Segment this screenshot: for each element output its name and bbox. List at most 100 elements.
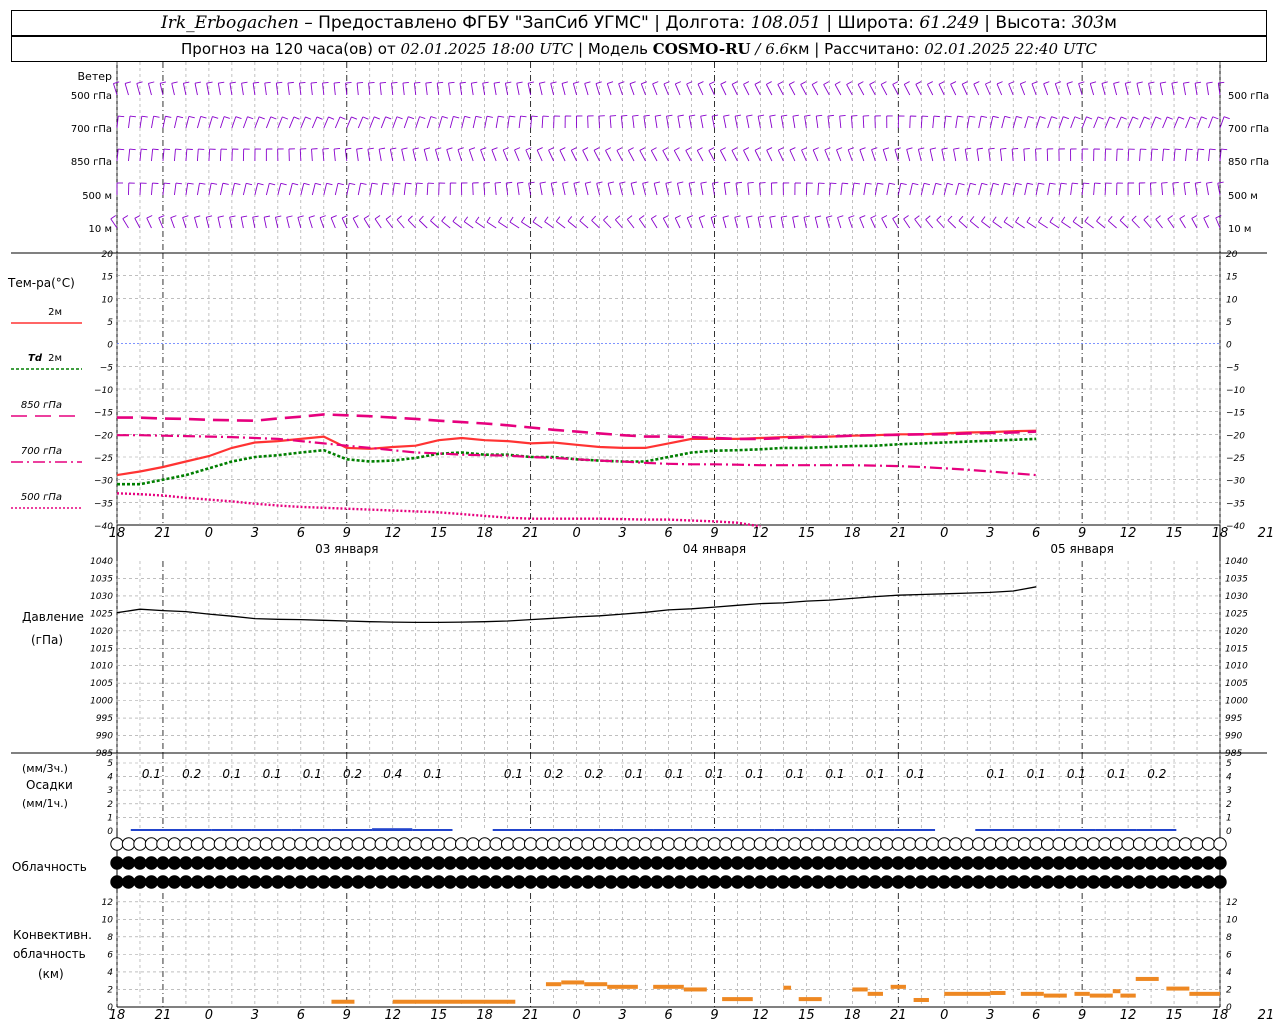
cloud-cover-icon [615, 856, 630, 870]
precip-value-label: 0.1 [705, 767, 724, 781]
cloud-cover-icon [1201, 856, 1216, 870]
cloud-cover-icon [328, 875, 343, 889]
conv-cloud-bar [1189, 991, 1220, 996]
precip-value-label: 0.1 [504, 767, 523, 781]
time-tick-label: 15 [1166, 1008, 1183, 1023]
pressure-tick-label-right: 1040 [1225, 557, 1248, 567]
wind-barb-icon [374, 218, 382, 229]
cloud-cover-icon [627, 856, 641, 870]
cloud-cover-icon [248, 856, 262, 870]
wind-barb-flag [1061, 216, 1066, 223]
wind-barb-icon [297, 217, 302, 229]
wind-barb-flag [731, 147, 738, 151]
wind-barb-flag [853, 182, 860, 185]
wind-barb-flag [441, 216, 446, 222]
wind-barb-icon [950, 83, 957, 96]
temp-tick-label: −5 [100, 363, 114, 373]
wind-barb-flag [571, 147, 577, 151]
wind-barb-icon [389, 149, 394, 162]
cloud-cover-icon [248, 837, 262, 851]
cloud-cover-icon [1098, 875, 1112, 889]
wind-barb-flag [531, 115, 538, 118]
cloud-cover-icon [788, 837, 802, 851]
wind-barb-flag [322, 148, 329, 150]
wind-barb-flag [351, 116, 358, 120]
wind-barb-flag [654, 181, 661, 184]
wind-barb-flag [303, 182, 310, 186]
wind-barb-flag [710, 215, 717, 218]
cloud-cover-icon [420, 856, 434, 870]
wind-barb-flag [1074, 116, 1081, 120]
wind-barb-flag [923, 182, 930, 186]
wind-barb-icon [1012, 183, 1017, 196]
pressure-tick-label: 1025 [90, 609, 113, 619]
precip-value-label: 0.1 [423, 767, 442, 781]
cloud-cover-icon [535, 837, 549, 851]
wind-barb-icon [240, 217, 244, 229]
wind-barb-flag [352, 215, 359, 219]
cloud-cover-icon [1086, 875, 1101, 889]
wind-barb-icon [870, 217, 876, 229]
wind-barb-flag [480, 147, 487, 151]
precip-bar [693, 829, 734, 831]
wind-barb-icon [1012, 116, 1017, 129]
cloud-cover-icon [202, 856, 216, 870]
wind-barb-flag [1203, 215, 1210, 219]
cloud-cover-icon [765, 856, 779, 870]
wind-barb-icon [1024, 116, 1029, 129]
cloud-cover-icon [271, 837, 285, 851]
cloud-cover-icon [282, 875, 297, 889]
cloud-cover-icon [1063, 837, 1078, 851]
wind-barb-flag [1072, 182, 1079, 185]
wind-barb-icon [969, 220, 980, 229]
wind-barb-flag [430, 215, 435, 222]
cloud-cover-icon [351, 856, 365, 870]
wind-barb-icon [403, 183, 407, 196]
cloud-cover-icon [880, 856, 894, 870]
wind-barb-icon [1061, 221, 1071, 229]
wind-barb-flag [555, 216, 561, 222]
temp-tick-label-right: −25 [1226, 454, 1245, 464]
wind-barb-icon [1139, 116, 1145, 129]
wind-barb-icon [369, 116, 375, 129]
wind-barb-flag [165, 115, 172, 118]
pressure-tick-label-right: 1010 [1225, 662, 1248, 672]
conv-tick-label-right: 12 [1226, 898, 1238, 908]
wind-barb-flag [187, 182, 194, 185]
wind-barb-flag [391, 81, 398, 84]
cloud-cover-icon [121, 875, 136, 889]
cloud-cover-icon [730, 856, 745, 870]
cloud-cover-icon [1040, 875, 1055, 889]
wind-barb-icon [708, 150, 715, 162]
precip-value-label: 0.1 [303, 767, 322, 781]
wind-barb-icon [903, 84, 911, 96]
cloud-cover-icon [466, 875, 480, 889]
wind-barb-icon [892, 84, 899, 96]
wind-barb-flag [1027, 182, 1034, 185]
cloud-cover-icon [834, 856, 848, 870]
wind-barb-flag [1031, 81, 1038, 85]
time-tick-label: 21 [890, 1008, 907, 1023]
cloud-cover-icon [707, 856, 722, 870]
time-tick-label: 0 [940, 1008, 948, 1023]
wind-barb-flag [651, 215, 657, 220]
cloud-cover-icon [1098, 837, 1112, 851]
temp-tick-label-right: −10 [1226, 386, 1245, 396]
cloud-cover-icon [294, 875, 308, 889]
wind-barb-flag [892, 215, 899, 219]
wind-barb-flag [1218, 81, 1225, 84]
wind-barb-icon [254, 183, 259, 196]
wind-barb-icon [629, 83, 635, 96]
time-tick-label: 12 [384, 1008, 401, 1023]
wind-barb-flag [1179, 215, 1186, 220]
wind-barb-flag [1217, 181, 1224, 184]
wind-barb-icon [677, 116, 681, 129]
cloud-cover-icon [949, 837, 963, 851]
wind-barb-flag [961, 81, 968, 85]
wind-barb-icon [556, 221, 566, 229]
wind-barb-icon [938, 84, 945, 96]
wind-barb-flag [981, 216, 986, 222]
cloud-cover-icon [512, 856, 526, 870]
wind-barb-icon [961, 83, 968, 96]
cloud-cover-icon [638, 875, 653, 889]
